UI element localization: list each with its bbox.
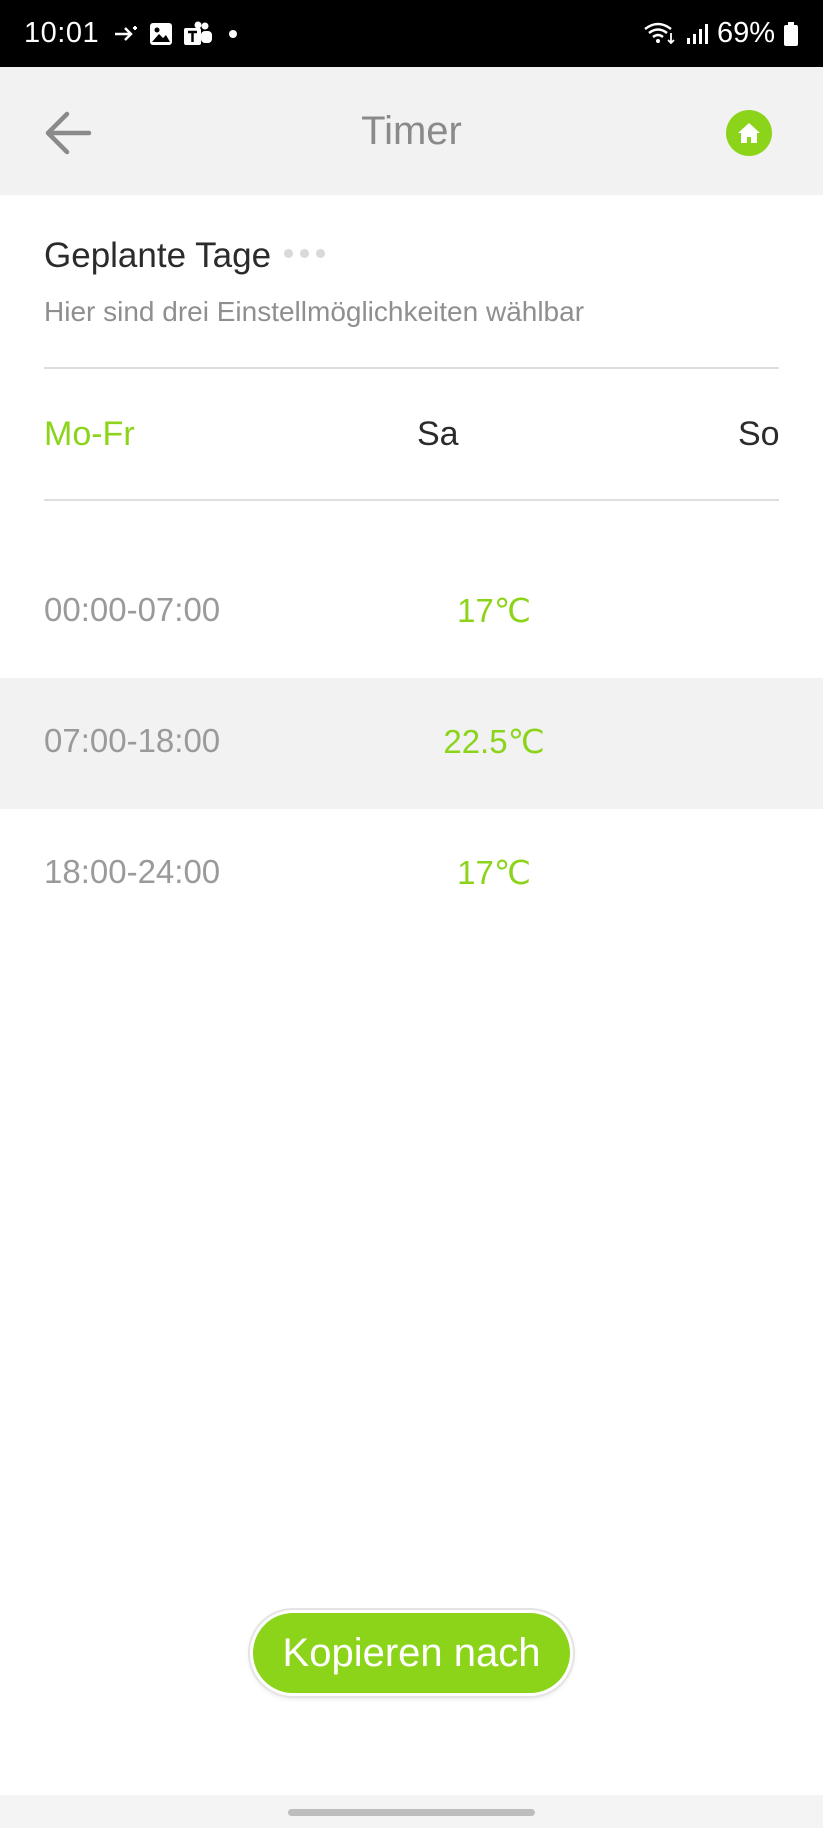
system-nav-bar bbox=[0, 1795, 823, 1828]
section-subtitle: Hier sind drei Einstellmöglichkeiten wäh… bbox=[44, 296, 585, 327]
status-icons-right: 69% bbox=[643, 17, 799, 50]
section-title: Geplante Tage bbox=[44, 236, 272, 275]
schedule-row[interactable]: 07:00-18:00 22.5℃ bbox=[0, 678, 823, 809]
divider-tabs bbox=[44, 499, 779, 501]
status-icons-left bbox=[113, 21, 238, 47]
schedule-time: 00:00-07:00 bbox=[44, 591, 221, 628]
page-title: Timer bbox=[361, 109, 462, 153]
more-dots-icon bbox=[284, 249, 325, 258]
tab-mo-fr[interactable]: Mo-Fr bbox=[44, 415, 135, 454]
timer-screen: 10:01 69% Timer Geplante Tage Hier sind … bbox=[0, 0, 823, 1828]
copy-to-button[interactable]: Kopieren nach bbox=[250, 1610, 573, 1696]
schedule-row[interactable]: 18:00-24:00 17℃ bbox=[0, 809, 823, 940]
signal-icon bbox=[686, 23, 708, 44]
nav-handle[interactable] bbox=[288, 1809, 535, 1816]
teams-icon bbox=[184, 21, 213, 45]
home-icon bbox=[738, 123, 760, 143]
status-time: 10:01 bbox=[24, 17, 100, 49]
app-header: Timer bbox=[0, 67, 823, 195]
battery-percent: 69% bbox=[716, 17, 775, 49]
status-bar: 10:01 69% bbox=[0, 0, 823, 67]
wifi-icon bbox=[644, 22, 675, 44]
call-forward-icon bbox=[115, 25, 138, 41]
tab-so[interactable]: So bbox=[738, 415, 780, 454]
divider-top bbox=[44, 367, 779, 369]
schedule-time: 07:00-18:00 bbox=[44, 722, 221, 759]
notification-dot bbox=[229, 29, 238, 38]
home-button[interactable] bbox=[726, 110, 772, 156]
schedule-temp: 17℃ bbox=[457, 854, 531, 891]
battery-icon bbox=[784, 21, 798, 46]
schedule-temp: 17℃ bbox=[457, 592, 531, 629]
schedule-temp: 22.5℃ bbox=[443, 723, 545, 760]
tab-sa[interactable]: Sa bbox=[417, 415, 459, 454]
image-icon bbox=[150, 22, 173, 45]
schedule-row[interactable]: 00:00-07:00 17℃ bbox=[0, 547, 823, 678]
schedule-time: 18:00-24:00 bbox=[44, 853, 221, 890]
